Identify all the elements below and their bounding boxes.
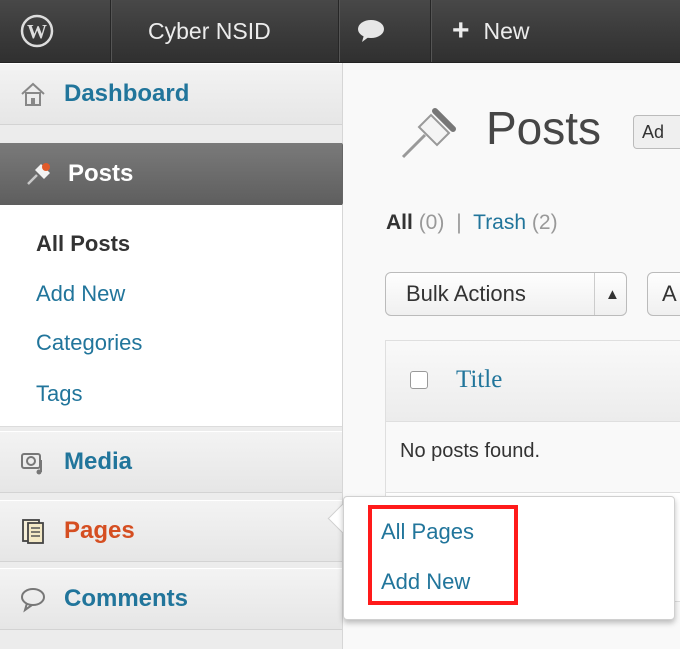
sidebar-item-media[interactable]: Media <box>0 431 342 493</box>
sidebar-item-dashboard[interactable]: Dashboard <box>0 63 342 125</box>
filter-trash-count: (2) <box>531 211 558 234</box>
apply-label: A <box>662 281 677 306</box>
sidebar-label-dashboard: Dashboard <box>64 80 190 107</box>
sidebar-label-posts: Posts <box>68 160 134 187</box>
select-all-checkbox[interactable] <box>410 371 428 389</box>
submenu-item-categories[interactable]: Categories <box>36 330 142 356</box>
filter-all-count: (0) <box>418 211 445 234</box>
posts-pushpin-icon <box>399 103 461 166</box>
submenu-item-all-posts[interactable]: All Posts <box>36 231 130 257</box>
bulk-actions-label: Bulk Actions <box>406 281 526 306</box>
site-name-link[interactable]: Cyber NSID <box>148 0 271 62</box>
add-new-label: Ad <box>642 121 665 142</box>
comment-bubble-icon[interactable] <box>356 0 386 62</box>
new-label: New <box>483 17 530 44</box>
no-posts-message: No posts found. <box>400 440 541 462</box>
filter-trash[interactable]: Trash <box>473 211 526 234</box>
page-title: Posts <box>486 102 602 154</box>
wordpress-logo-icon[interactable]: W <box>20 0 54 62</box>
plus-icon: + <box>452 14 470 47</box>
camera-music-icon <box>18 447 48 477</box>
apply-button[interactable]: A <box>647 272 680 316</box>
table-header: Title <box>386 341 680 422</box>
new-content-button[interactable]: + New <box>452 0 530 62</box>
post-status-filters: All (0) | Trash (2) <box>386 211 558 235</box>
sidebar-item-posts[interactable]: Posts <box>0 143 342 205</box>
posts-submenu: All Posts Add New Categories Tags <box>0 205 342 427</box>
select-arrows-icon: ▲︎ <box>594 273 620 315</box>
house-icon <box>18 79 48 109</box>
sidebar-item-comments[interactable]: Comments <box>0 568 342 630</box>
pages-icon <box>18 516 48 546</box>
svg-text:W: W <box>27 21 47 43</box>
pushpin-icon <box>24 160 54 195</box>
add-new-post-button[interactable]: Ad <box>633 115 680 149</box>
admin-sidebar: Dashboard Posts All Posts Add New Catego… <box>0 63 360 649</box>
empty-row: No posts found. <box>386 422 680 493</box>
filter-all[interactable]: All <box>386 211 413 234</box>
sidebar-label-pages: Pages <box>64 517 135 544</box>
sidebar-item-pages[interactable]: Pages <box>0 500 342 562</box>
bulk-actions-select[interactable]: Bulk Actions ▲︎ <box>385 272 627 316</box>
filter-separator: | <box>456 211 462 234</box>
sidebar-label-comments: Comments <box>64 585 189 612</box>
submenu-item-tags[interactable]: Tags <box>36 381 82 407</box>
speech-bubble-icon <box>18 584 48 614</box>
submenu-item-add-new[interactable]: Add New <box>36 281 125 307</box>
admin-bar: W Cyber NSID + New <box>0 0 680 63</box>
highlight-box <box>368 505 518 605</box>
column-title-header[interactable]: Title <box>456 366 502 394</box>
sidebar-label-media: Media <box>64 448 133 475</box>
